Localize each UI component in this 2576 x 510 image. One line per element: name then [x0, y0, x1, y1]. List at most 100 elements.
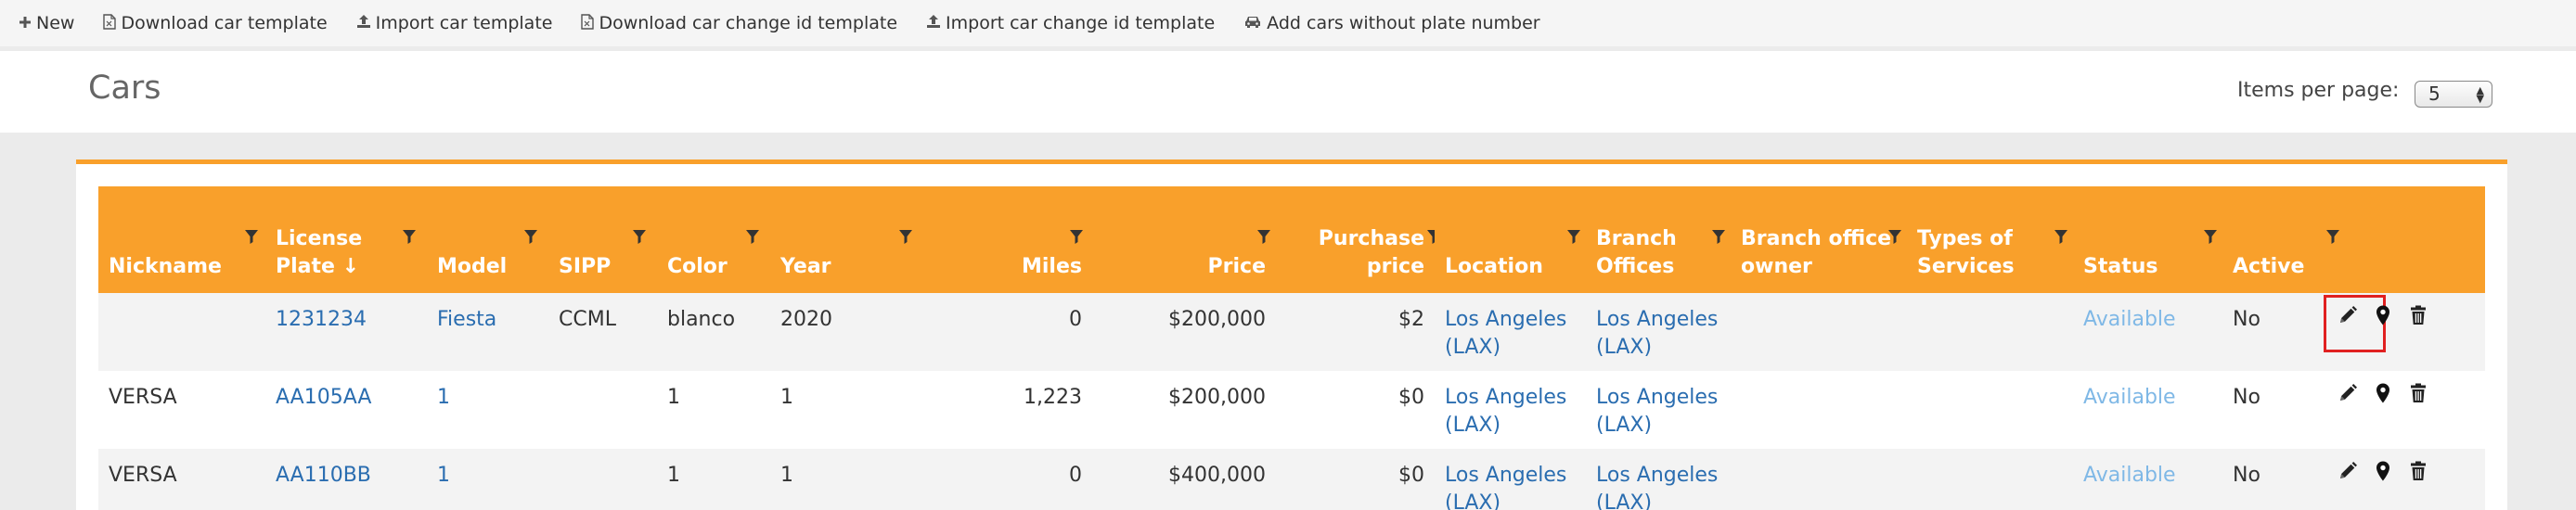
- edit-button[interactable]: [2335, 461, 2361, 488]
- row-actions: [2335, 382, 2475, 413]
- column-header-color[interactable]: Color: [657, 186, 770, 293]
- column-header-year[interactable]: Year: [770, 186, 923, 293]
- cell-model: 1: [427, 449, 548, 510]
- column-header-branch-offices[interactable]: Branch Offices: [1586, 186, 1731, 293]
- cell-color: 1: [657, 371, 770, 449]
- delete-button[interactable]: [2405, 305, 2431, 332]
- filter-icon[interactable]: [2053, 228, 2069, 245]
- new-label: New: [36, 13, 75, 33]
- column-header-active[interactable]: Active: [2222, 186, 2325, 293]
- download-car-change-id-template-label: Download car change id template: [599, 13, 898, 33]
- cell-price-text: $400,000: [1168, 464, 1266, 487]
- upload-icon: [356, 14, 371, 32]
- column-header-model[interactable]: Model: [427, 186, 548, 293]
- filter-icon[interactable]: [2202, 228, 2219, 245]
- location-button[interactable]: [2370, 383, 2396, 410]
- delete-button[interactable]: [2405, 460, 2431, 491]
- column-header-nickname[interactable]: Nickname: [98, 186, 265, 293]
- cell-branch-offices-text[interactable]: Los Angeles (LAX): [1596, 386, 1718, 437]
- cell-location: Los Angeles (LAX): [1435, 449, 1586, 510]
- column-header-license-plate[interactable]: License Plate ↓: [265, 186, 427, 293]
- column-header-types-of-services[interactable]: Types of Services: [1907, 186, 2073, 293]
- cell-status-text[interactable]: Available: [2083, 308, 2176, 331]
- cell-model-text[interactable]: 1: [437, 386, 450, 409]
- import-car-template-button[interactable]: Import car template: [356, 13, 553, 33]
- cell-price: $200,000: [1092, 371, 1276, 449]
- filter-icon[interactable]: [744, 228, 761, 245]
- cell-status-text[interactable]: Available: [2083, 386, 2176, 409]
- cell-actions: [2324, 293, 2485, 371]
- cell-location: Los Angeles (LAX): [1435, 293, 1586, 371]
- filter-icon[interactable]: [1887, 228, 1903, 245]
- cell-location-text[interactable]: Los Angeles (LAX): [1445, 386, 1566, 437]
- import-car-template-label: Import car template: [375, 13, 553, 33]
- cell-license-plate-text[interactable]: 1231234: [276, 308, 367, 331]
- cell-miles: 0: [923, 449, 1092, 510]
- cell-location: Los Angeles (LAX): [1435, 371, 1586, 449]
- upload-icon: [926, 14, 941, 32]
- cell-miles: 1,223: [923, 371, 1092, 449]
- filter-icon[interactable]: [631, 228, 648, 245]
- add-cars-without-plate-button[interactable]: Add cars without plate number: [1243, 13, 1540, 33]
- cell-miles-text: 0: [1069, 464, 1082, 487]
- cell-year-text: 1: [780, 386, 793, 409]
- document-icon: [103, 13, 117, 33]
- pencil-icon: [2337, 382, 2359, 413]
- column-header-actions: [2325, 186, 2485, 293]
- filter-icon[interactable]: [897, 228, 914, 245]
- cell-actions: [2325, 371, 2485, 449]
- cell-branch-offices-text[interactable]: Los Angeles (LAX): [1596, 464, 1718, 510]
- trash-icon: [2407, 382, 2429, 413]
- filter-icon[interactable]: [2325, 228, 2341, 245]
- cell-license-plate-text[interactable]: AA110BB: [276, 464, 371, 487]
- cell-miles-text: 0: [1069, 308, 1082, 331]
- cell-active: No: [2222, 449, 2325, 510]
- column-header-status[interactable]: Status: [2073, 186, 2222, 293]
- cell-model-text[interactable]: Fiesta: [437, 308, 496, 331]
- cell-sipp-text: CCML: [559, 308, 616, 331]
- cell-year: 1: [770, 371, 923, 449]
- cell-status: Available: [2073, 371, 2222, 449]
- download-car-template-button[interactable]: Download car template: [103, 13, 328, 33]
- cell-branch-offices-text[interactable]: Los Angeles (LAX): [1596, 308, 1718, 359]
- cell-location-text[interactable]: Los Angeles (LAX): [1445, 464, 1566, 510]
- column-header-location[interactable]: Location: [1435, 186, 1586, 293]
- edit-button[interactable]: [2324, 295, 2386, 352]
- cell-purchase-price: $0: [1276, 371, 1435, 449]
- cell-active: No: [2222, 371, 2325, 449]
- trash-icon: [2407, 460, 2429, 491]
- filter-icon[interactable]: [1256, 228, 1272, 245]
- cell-model-text[interactable]: 1: [437, 464, 450, 487]
- items-per-page-select[interactable]: 5 ▲ ▼: [2415, 81, 2492, 108]
- location-button[interactable]: [2370, 461, 2396, 488]
- table-row: VERSA AA105AA 1 1 1 1,223 $200,000 $0 Los Angele…: [98, 371, 2485, 449]
- page-header: Cars Items per page: 5 ▲ ▼: [0, 51, 2576, 133]
- cell-purchase-price: $2: [1276, 293, 1435, 371]
- column-header-purchase-price[interactable]: Purchase price: [1276, 186, 1440, 293]
- filter-icon[interactable]: [401, 228, 418, 245]
- document-icon: [581, 13, 595, 33]
- cell-license-plate-text[interactable]: AA105AA: [276, 386, 371, 409]
- filter-icon[interactable]: [243, 228, 260, 245]
- cell-branch-office-owner: [1731, 449, 1907, 510]
- edit-button[interactable]: [2335, 382, 2361, 413]
- delete-button[interactable]: [2405, 382, 2431, 413]
- filter-icon[interactable]: [522, 228, 539, 245]
- filter-icon[interactable]: [1565, 228, 1582, 245]
- cell-purchase-price-text: $2: [1398, 308, 1424, 331]
- cell-status-text[interactable]: Available: [2083, 464, 2176, 487]
- column-header-branch-office-owner[interactable]: Branch office owner: [1731, 186, 1907, 293]
- cell-price-text: $200,000: [1168, 386, 1266, 409]
- import-car-change-id-template-button[interactable]: Import car change id template: [926, 13, 1215, 33]
- new-button[interactable]: New: [19, 13, 74, 33]
- column-header-miles[interactable]: Miles: [923, 186, 1092, 293]
- cell-color-text: 1: [667, 386, 680, 409]
- column-header-sipp[interactable]: SIPP: [548, 186, 657, 293]
- items-per-page-label: Items per page:: [2237, 79, 2400, 102]
- filter-icon[interactable]: [1068, 228, 1085, 245]
- column-header-price[interactable]: Price: [1092, 186, 1276, 293]
- location-button[interactable]: [2370, 305, 2396, 332]
- cell-location-text[interactable]: Los Angeles (LAX): [1445, 308, 1566, 359]
- download-car-change-id-template-button[interactable]: Download car change id template: [581, 13, 897, 33]
- filter-icon[interactable]: [1710, 228, 1727, 245]
